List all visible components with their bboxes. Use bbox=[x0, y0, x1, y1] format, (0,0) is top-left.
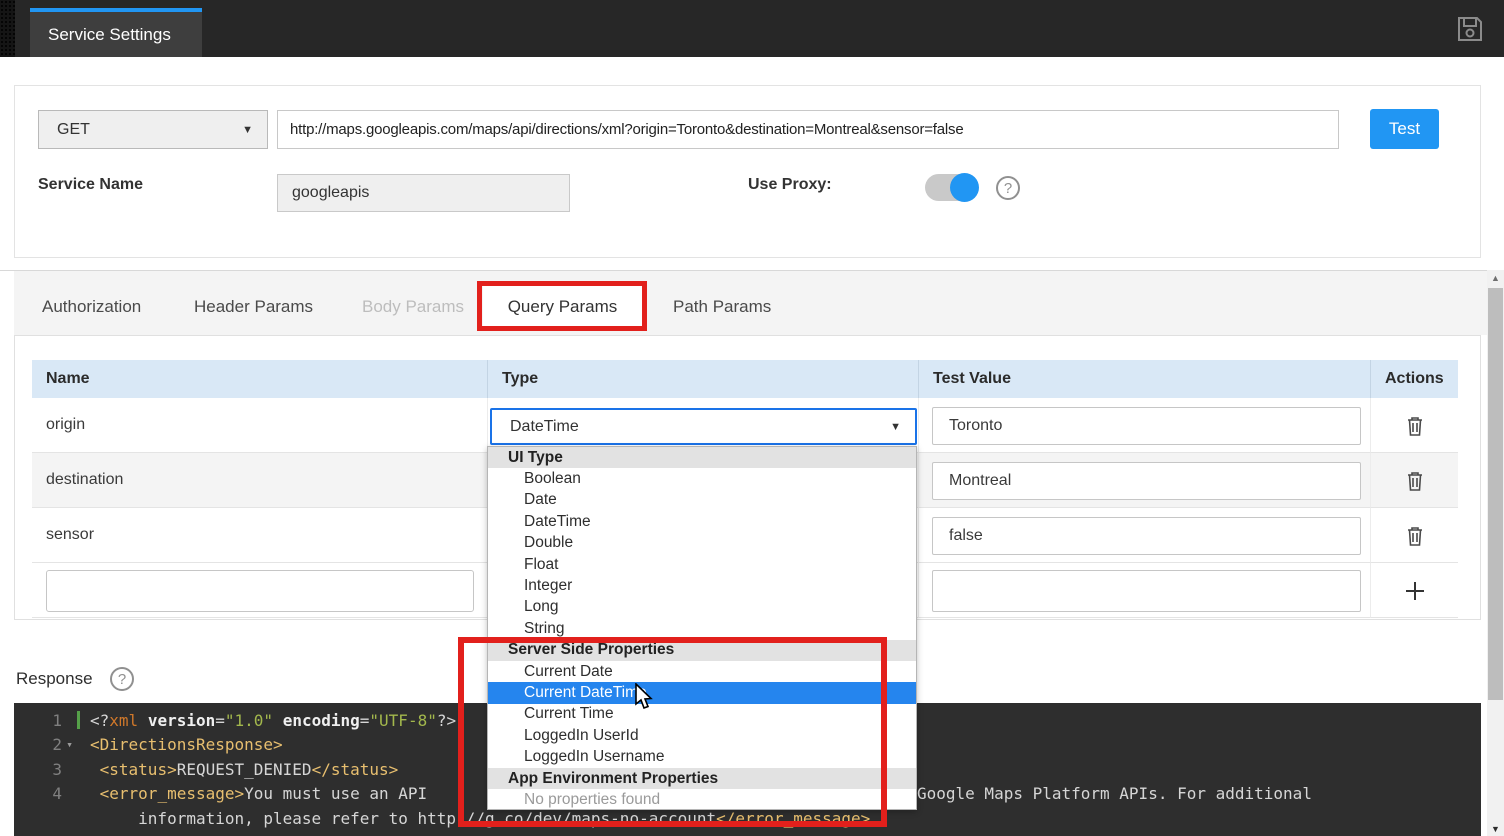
top-bar: Service Settings bbox=[0, 0, 1504, 57]
service-name-input[interactable] bbox=[277, 174, 570, 212]
dropdown-item-datetime[interactable]: DateTime bbox=[488, 511, 916, 532]
use-proxy-toggle[interactable] bbox=[925, 174, 977, 201]
test-value-input-destination[interactable] bbox=[932, 462, 1361, 500]
code-text: <?xml version="1.0" encoding="UTF-8"?> bbox=[90, 711, 456, 730]
col-header-name: Name bbox=[32, 360, 488, 398]
new-param-name-input[interactable] bbox=[46, 570, 474, 612]
scroll-down-icon[interactable]: ▼ bbox=[1487, 824, 1504, 834]
col-header-test-value: Test Value bbox=[919, 360, 1371, 398]
scrollbar-thumb[interactable] bbox=[1488, 288, 1503, 700]
dropdown-item-float[interactable]: Float bbox=[488, 554, 916, 575]
dropdown-item-date[interactable]: Date bbox=[488, 490, 916, 511]
mouse-cursor bbox=[634, 683, 658, 716]
add-row-button[interactable] bbox=[1371, 563, 1458, 618]
dropdown-item-boolean[interactable]: Boolean bbox=[488, 468, 916, 489]
dropdown-item-loggedin-userid[interactable]: LoggedIn UserId bbox=[488, 725, 916, 746]
new-param-value-input[interactable] bbox=[932, 570, 1361, 612]
dropdown-item-server-side-properties: Server Side Properties bbox=[488, 640, 916, 661]
dropdown-item-current-datetime[interactable]: Current DateTime bbox=[488, 682, 916, 703]
url-input[interactable] bbox=[277, 110, 1339, 149]
params-tab-bar: Authorization Header Params Body Params … bbox=[14, 271, 1487, 335]
param-name-cell: destination bbox=[32, 453, 488, 508]
service-name-label: Service Name bbox=[38, 176, 143, 194]
delete-row-button[interactable] bbox=[1371, 398, 1458, 453]
dropdown-item-current-time[interactable]: Current Time bbox=[488, 704, 916, 725]
vertical-scrollbar[interactable]: ▲ ▼ bbox=[1487, 270, 1504, 836]
proxy-help-icon[interactable]: ? bbox=[996, 176, 1020, 200]
code-text: <error_message>You must use an API bbox=[90, 784, 427, 803]
col-header-type: Type bbox=[488, 360, 919, 398]
code-text: <DirectionsResponse> bbox=[90, 735, 283, 754]
toggle-knob bbox=[950, 173, 979, 202]
code-text: <status>REQUEST_DENIED</status> bbox=[90, 760, 398, 779]
dropdown-item-string[interactable]: String bbox=[488, 618, 916, 639]
left-texture-strip bbox=[0, 0, 15, 57]
response-help-icon[interactable]: ? bbox=[110, 667, 134, 691]
response-label: Response bbox=[16, 669, 93, 689]
dropdown-item-long[interactable]: Long bbox=[488, 597, 916, 618]
dropdown-item-integer[interactable]: Integer bbox=[488, 575, 916, 596]
col-header-actions: Actions bbox=[1371, 360, 1458, 398]
tab-query-params[interactable]: Query Params bbox=[483, 282, 642, 331]
delete-row-button[interactable] bbox=[1371, 453, 1458, 508]
type-dropdown-list: UI TypeBooleanDateDateTimeDoubleFloatInt… bbox=[487, 446, 917, 810]
delete-row-button[interactable] bbox=[1371, 508, 1458, 563]
dropdown-item-app-environment-properties: App Environment Properties bbox=[488, 768, 916, 789]
tab-authorization[interactable]: Authorization bbox=[32, 282, 151, 331]
code-text-after-overlay: Google Maps Platform APIs. For additiona… bbox=[917, 782, 1312, 807]
tab-header-params[interactable]: Header Params bbox=[184, 282, 323, 331]
tab-service-settings[interactable]: Service Settings bbox=[30, 8, 202, 57]
dropdown-item-double[interactable]: Double bbox=[488, 533, 916, 554]
service-settings-screen: Service Settings GET ▼ Test Service Name… bbox=[0, 0, 1504, 836]
use-proxy-label: Use Proxy: bbox=[748, 176, 832, 194]
dropdown-item-loggedin-username[interactable]: LoggedIn Username bbox=[488, 746, 916, 767]
param-name-cell: origin bbox=[32, 398, 488, 453]
http-method-value: GET bbox=[57, 121, 90, 139]
chevron-down-icon: ▼ bbox=[242, 124, 253, 136]
change-marker bbox=[77, 711, 80, 729]
dropdown-item-no-properties-found: No properties found bbox=[488, 789, 916, 810]
fold-arrow-icon[interactable]: ▾ bbox=[62, 738, 77, 751]
type-select-origin[interactable]: DateTime ▼ bbox=[490, 408, 917, 445]
http-method-select[interactable]: GET ▼ bbox=[38, 110, 268, 149]
line-number: 1 bbox=[14, 711, 62, 730]
param-name-cell: sensor bbox=[32, 508, 488, 563]
tab-path-params[interactable]: Path Params bbox=[663, 282, 781, 331]
tab-service-settings-label: Service Settings bbox=[48, 25, 171, 45]
test-value-input-sensor[interactable] bbox=[932, 517, 1361, 555]
line-number: 2 bbox=[14, 735, 62, 754]
test-value-input-origin[interactable] bbox=[932, 407, 1361, 445]
line-number: 4 bbox=[14, 784, 62, 803]
chevron-down-icon: ▼ bbox=[890, 421, 901, 433]
code-line: 5</DirectionsResponse> bbox=[14, 831, 1481, 836]
tab-body-params[interactable]: Body Params bbox=[352, 282, 474, 331]
save-icon[interactable] bbox=[1454, 13, 1486, 45]
test-button[interactable]: Test bbox=[1370, 109, 1439, 149]
dropdown-item-current-date[interactable]: Current Date bbox=[488, 661, 916, 682]
line-number: 3 bbox=[14, 760, 62, 779]
dropdown-item-ui-type: UI Type bbox=[488, 447, 916, 468]
code-text: information, please refer to http://g.co… bbox=[90, 809, 870, 828]
scroll-up-icon[interactable]: ▲ bbox=[1487, 273, 1504, 283]
